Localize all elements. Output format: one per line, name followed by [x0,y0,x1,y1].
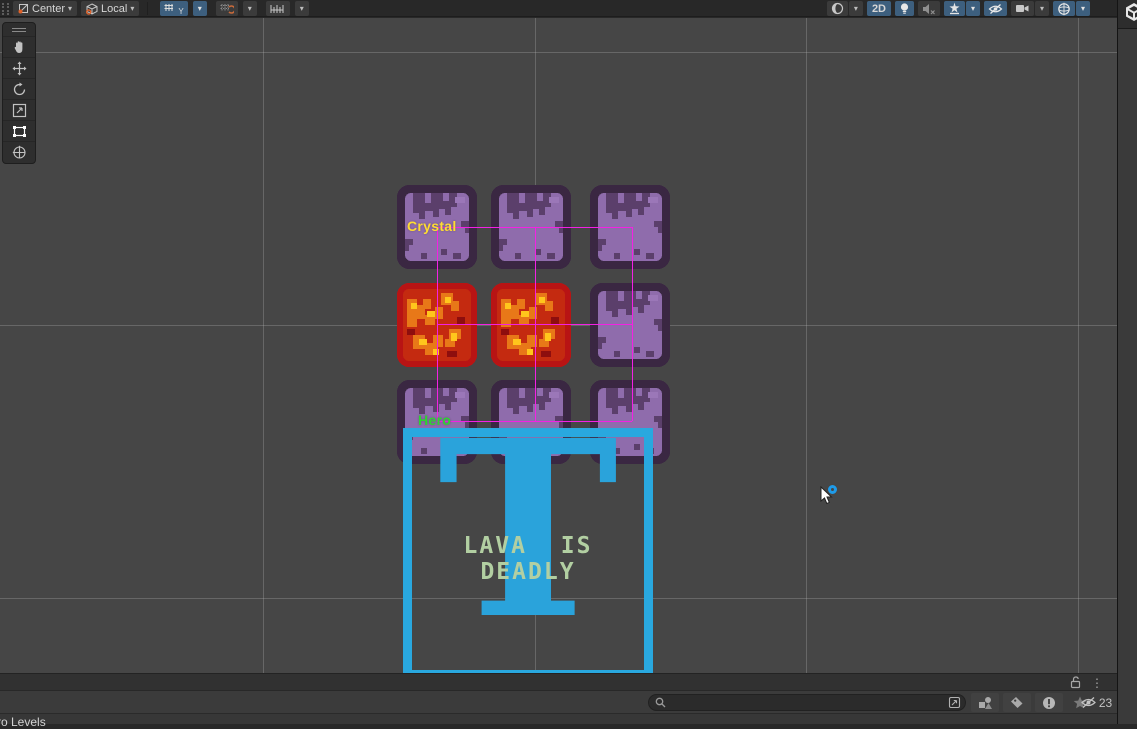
unity-logo-icon [1122,2,1137,26]
unlock-icon[interactable] [1070,676,1081,689]
move-tool-button[interactable] [3,57,35,78]
crystal-tile[interactable] [590,283,670,367]
panel-menu-kebab-icon[interactable]: ⋮ [1091,676,1103,690]
shading-mode-button[interactable] [827,1,848,16]
open-in-window-icon[interactable] [948,696,961,709]
exclamation-circle-icon [1042,696,1056,710]
effects-toggle[interactable] [944,1,965,16]
status-item-label[interactable]: ro Levels [0,715,46,729]
gizmo-sphere-icon [1057,2,1071,16]
orientation-dropdown[interactable]: Local ▾ [81,1,139,16]
scene-grid-line [263,18,264,673]
scale-tool-button[interactable] [3,99,35,120]
gizmos-dropdown[interactable]: ▾ [1076,1,1090,16]
hidden-count-toggle[interactable]: 23 [1078,693,1114,712]
filter-by-type-button[interactable] [971,693,999,712]
scene-grid-line [1078,18,1079,673]
hidden-count-label: 23 [1099,696,1112,710]
scene-toolbar: Center ▾ Local ▾ Y ▾ [0,0,1117,17]
scene-visibility-toggle[interactable] [984,1,1007,16]
bottom-panel-toolbar: 23 [0,690,1117,713]
camera-settings-button[interactable] [1011,1,1034,16]
ruler-icon [270,3,286,15]
tmp-text-sprite[interactable]: T LAVA IS DEADLY [403,428,653,673]
rect-tool-button[interactable] [3,120,35,141]
pivot-icon [18,3,29,14]
scale-icon [12,103,27,118]
rotate-icon [12,82,27,97]
tools-overlay-panel [2,22,36,164]
search-input[interactable] [670,696,948,710]
transform-icon [12,145,27,160]
chevron-down-icon: ▾ [248,1,252,16]
chevron-down-icon: ▾ [971,1,975,16]
search-icon [655,697,666,708]
toolbar-separator [147,2,148,15]
effects-dropdown[interactable]: ▾ [966,1,980,16]
snap-toggle[interactable] [216,1,238,16]
grid-icon [164,3,177,15]
chevron-down-icon: ▾ [854,1,858,16]
snap-increment-button[interactable] [266,1,290,16]
eye-slash-icon [988,3,1003,15]
orientation-label: Local [101,3,127,15]
search-field[interactable] [648,694,966,711]
bottom-panel-tabstrip: ⋮ [0,673,1117,690]
tag-icon [1010,696,1024,709]
grid-axis-label: Y [178,7,183,16]
move-icon [12,61,27,76]
shaded-sphere-icon [831,2,844,15]
lightbulb-icon [899,2,910,15]
chevron-down-icon: ▾ [1081,1,1085,16]
eye-slash-icon [1080,696,1097,709]
shading-mode-dropdown[interactable]: ▾ [849,1,863,16]
grid-options-dropdown[interactable]: ▾ [193,1,207,16]
effects-star-icon [948,2,961,15]
node-connection-line [437,324,632,325]
audio-toggle[interactable] [918,1,940,16]
scene-object-label[interactable]: Crystal [407,218,457,234]
rotate-tool-button[interactable] [3,78,35,99]
filter-by-label-button[interactable] [1003,693,1031,712]
snap-grid-icon [220,3,234,15]
toolbar-grip-handle[interactable] [2,3,9,15]
tmp-letter-glyph: T [412,414,644,647]
pivot-mode-dropdown[interactable]: Center ▾ [13,1,77,16]
node-connection-line [437,227,632,228]
bottom-status-row: ro Levels [0,713,1117,724]
shapes-filter-icon [978,696,993,710]
scene-view[interactable]: CrystalHero [0,18,1117,673]
chevron-down-icon: ▾ [198,1,202,16]
camera-dropdown[interactable]: ▾ [1035,1,1049,16]
docked-panel-edge [1117,0,1137,724]
scene-grid-line [806,18,807,673]
hand-icon [12,40,27,55]
tools-overlay-handle[interactable] [3,23,35,36]
scene-grid-line [0,52,1117,53]
chevron-down-icon: ▾ [68,1,72,16]
node-connection-line [632,227,633,421]
2d-label: 2D [872,3,886,15]
chevron-down-icon: ▾ [1040,1,1044,16]
cube-icon [86,3,98,15]
camera-icon [1015,3,1030,14]
grid-visibility-toggle[interactable]: Y [160,1,187,16]
transform-tool-button[interactable] [3,141,35,162]
audio-muted-icon [922,3,936,15]
pivot-mode-label: Center [32,3,65,15]
snap-options-dropdown[interactable]: ▾ [243,1,257,16]
hand-tool-button[interactable] [3,36,35,57]
scene-lighting-toggle[interactable] [895,1,914,16]
lava-tile[interactable] [491,283,571,367]
gizmos-toggle[interactable] [1053,1,1075,16]
snap-increment-dropdown[interactable]: ▾ [295,1,309,16]
2d-view-toggle[interactable]: 2D [867,1,891,16]
rect-tool-icon [12,124,27,139]
unity-logo-tab[interactable] [1118,0,1137,29]
mouse-cursor-icon [820,486,833,505]
log-filter-button[interactable] [1035,693,1063,712]
chevron-down-icon: ▾ [130,1,134,16]
lava-warning-text: LAVA IS DEADLY [412,533,644,585]
chevron-down-icon: ▾ [300,1,304,16]
